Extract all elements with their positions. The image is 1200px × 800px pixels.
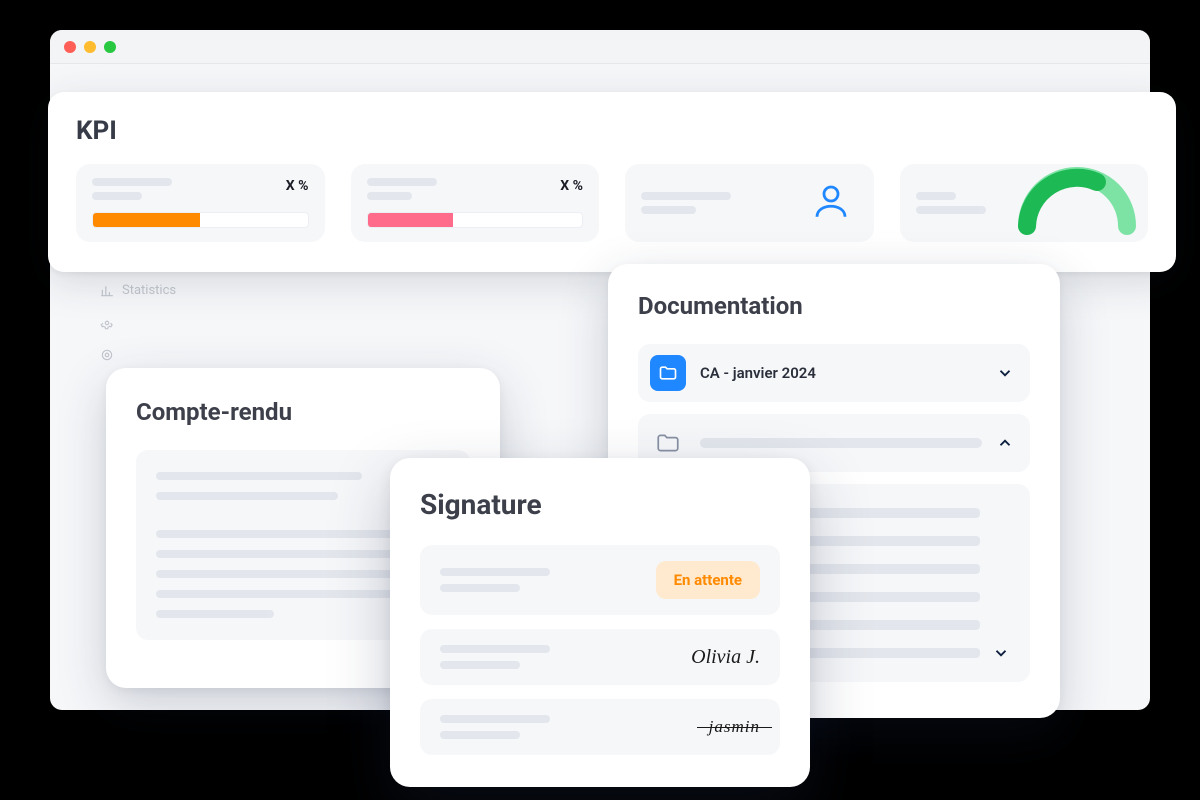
placeholder-line <box>367 178 437 186</box>
signature-row-pending[interactable]: En attente <box>420 545 780 615</box>
signature-row[interactable]: jasmin <box>420 699 780 755</box>
placeholder-line <box>440 568 550 576</box>
signature-card: Signature En attente Olivia J. jasmin <box>390 458 810 787</box>
placeholder-line <box>700 438 982 448</box>
placeholder-line <box>440 584 520 592</box>
sidebar-item-placeholder[interactable] <box>100 316 192 330</box>
kpi-row: X % X % <box>76 164 1148 242</box>
placeholder-line <box>440 715 550 723</box>
chevron-up-icon[interactable] <box>996 434 1014 452</box>
placeholder-line <box>440 645 550 653</box>
placeholder-line <box>641 206 696 214</box>
sidebar-item-statistics[interactable]: Statistics <box>100 283 192 298</box>
folder-icon <box>650 355 686 391</box>
kpi-percent: X % <box>286 178 309 194</box>
folder-icon <box>650 425 686 461</box>
chevron-down-icon[interactable] <box>996 364 1014 382</box>
placeholder-line <box>916 192 956 200</box>
placeholder-line <box>916 206 986 214</box>
user-icon <box>810 180 852 226</box>
maximize-icon[interactable] <box>104 41 116 53</box>
minimize-icon[interactable] <box>84 41 96 53</box>
target-icon <box>100 348 114 362</box>
kpi-percent: X % <box>560 178 583 194</box>
signature-handwriting: jasmin <box>709 717 760 737</box>
placeholder-line <box>156 492 338 500</box>
compte-rendu-title: Compte-rendu <box>136 398 470 426</box>
window-titlebar <box>50 30 1150 64</box>
kpi-panel: KPI X % X % <box>48 92 1176 272</box>
kpi-card-orange[interactable]: X % <box>76 164 325 242</box>
kpi-card-pink[interactable]: X % <box>351 164 600 242</box>
kpi-card-user[interactable] <box>625 164 874 242</box>
placeholder-line <box>440 661 520 669</box>
progress-fill <box>368 213 454 227</box>
doc-item-label: CA - janvier 2024 <box>700 364 982 382</box>
status-badge: En attente <box>656 561 760 599</box>
sidebar-label: Statistics <box>122 283 176 298</box>
kpi-card-gauge[interactable] <box>900 164 1149 242</box>
placeholder-line <box>156 610 274 618</box>
chevron-down-icon[interactable] <box>992 644 1010 662</box>
progress-track <box>92 212 309 228</box>
signature-title: Signature <box>420 488 780 521</box>
gauge-icon <box>1012 166 1142 240</box>
placeholder-line <box>156 472 362 480</box>
gear-icon <box>100 316 114 330</box>
traffic-lights <box>64 41 116 53</box>
placeholder-line <box>440 731 520 739</box>
progress-track <box>367 212 584 228</box>
placeholder-line <box>92 178 172 186</box>
placeholder-line <box>92 192 142 200</box>
placeholder-line <box>367 192 412 200</box>
sidebar-item-placeholder[interactable] <box>100 348 192 362</box>
kpi-title: KPI <box>76 116 1148 146</box>
documentation-title: Documentation <box>638 292 1030 320</box>
doc-folder-item[interactable]: CA - janvier 2024 <box>638 344 1030 402</box>
signature-row[interactable]: Olivia J. <box>420 629 780 685</box>
chart-icon <box>100 284 114 298</box>
signature-handwriting: Olivia J. <box>691 646 760 669</box>
progress-fill <box>93 213 200 227</box>
placeholder-line <box>641 192 731 200</box>
close-icon[interactable] <box>64 41 76 53</box>
